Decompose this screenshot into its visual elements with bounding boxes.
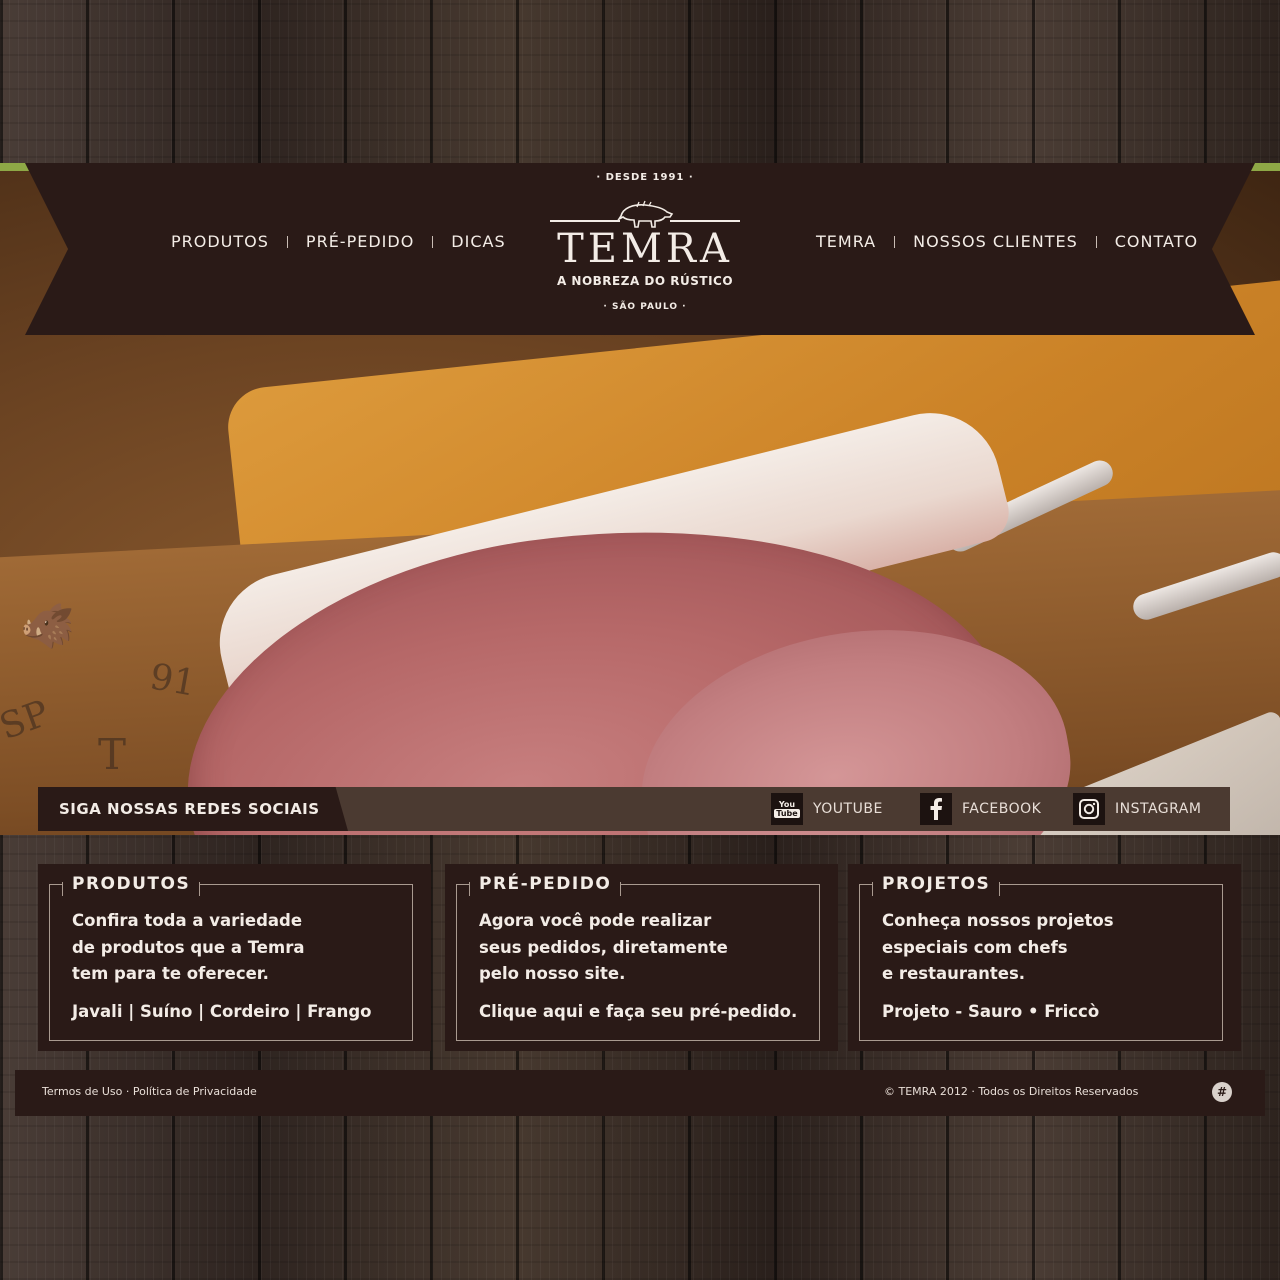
footer-links: Termos de Uso · Política de Privacidade [42, 1085, 257, 1098]
facebook-label: FACEBOOK [962, 801, 1042, 817]
footer-separator: · [125, 1085, 130, 1098]
card-title-line [178, 884, 413, 885]
youtube-icon-text-top: You [778, 800, 796, 809]
logo-tagline: A NOBREZA DO RÚSTICO [556, 274, 734, 288]
card-link-pre-pedido[interactable]: Clique aqui e faça seu pré-pedido. [479, 1002, 797, 1021]
wood-background-bottom [0, 1116, 1280, 1280]
logo-city: · SÃO PAULO · [603, 302, 687, 312]
instagram-label: INSTAGRAM [1115, 801, 1202, 817]
youtube-icon-text-bottom: Tube [774, 809, 800, 818]
nav-link-nossos-clientes[interactable]: NOSSOS CLIENTES [913, 232, 1078, 251]
instagram-link[interactable]: INSTAGRAM [1073, 793, 1201, 825]
nav-link-contato[interactable]: CONTATO [1115, 232, 1198, 251]
card-projetos: PROJETOS Conheça nossos projetos especia… [848, 864, 1241, 1051]
nav-left: PRODUTOS PRÉ-PEDIDO DICAS [171, 232, 506, 251]
logo-since: · DESDE 1991 · [596, 172, 694, 183]
card-description-line: tem para te oferecer. [72, 964, 269, 983]
card-description: Conheça nossos projetos especiais com ch… [882, 908, 1212, 988]
logo-brand: TEMRA [557, 226, 733, 272]
card-description-line: seus pedidos, diretamente [479, 937, 728, 957]
facebook-icon [920, 793, 952, 825]
card-produtos: PRODUTOS Confira toda a variedade de pro… [38, 864, 431, 1051]
card-title-line [859, 884, 872, 885]
nav-separator [894, 235, 896, 248]
boar-icon [616, 200, 674, 228]
youtube-label: YOUTUBE [813, 801, 883, 817]
footer-privacy-link[interactable]: Política de Privacidade [133, 1085, 257, 1098]
card-description-line: pelo nosso site. [479, 964, 626, 983]
card-description-line: de produtos que a Temra [72, 937, 305, 957]
youtube-link[interactable]: You Tube YOUTUBE [771, 793, 883, 825]
card-description: Confira toda a variedade de produtos que… [72, 908, 402, 988]
stamp-boar-icon: 🐗 [20, 601, 75, 652]
card-title-line [595, 884, 820, 885]
facebook-link[interactable]: FACEBOOK [920, 793, 1041, 825]
card-title: PRODUTOS [62, 874, 201, 896]
wood-background-top [0, 0, 1280, 163]
stamp-letter-text: T [98, 730, 127, 779]
card-title-line [988, 884, 1223, 885]
card-description-line: Conheça nossos projetos [882, 911, 1114, 930]
instagram-icon [1073, 793, 1105, 825]
card-title-line [49, 884, 62, 885]
nav-separator [286, 235, 288, 248]
card-title: PRÉ-PEDIDO [469, 874, 622, 896]
footer-terms-link[interactable]: Termos de Uso [42, 1085, 122, 1098]
instagram-camera-icon [1079, 799, 1099, 819]
card-description-line: Confira toda a variedade [72, 911, 303, 930]
nav-link-pre-pedido[interactable]: PRÉ-PEDIDO [306, 232, 414, 251]
card-description: Agora você pode realizar seus pedidos, d… [479, 908, 809, 988]
logo-rule-left [550, 220, 620, 222]
card-title-line [456, 884, 469, 885]
card-pre-pedido: PRÉ-PEDIDO Agora você pode realizar seus… [445, 864, 838, 1051]
nav-link-dicas[interactable]: DICAS [451, 232, 505, 251]
card-description-line: e restaurantes. [882, 964, 1026, 983]
card-link-produtos[interactable]: Javali | Suíno | Cordeiro | Frango [72, 1002, 371, 1021]
card-title: PROJETOS [872, 874, 1001, 896]
stamp-number-text: 91 [146, 656, 200, 705]
footer-copyright: © TEMRA 2012 · Todos os Direitos Reserva… [884, 1085, 1139, 1098]
card-link-projetos[interactable]: Projeto - Sauro • Friccò [882, 1002, 1099, 1021]
card-description-line: Agora você pode realizar [479, 911, 712, 930]
card-description-line: especiais com chefs [882, 937, 1068, 957]
nav-link-temra[interactable]: TEMRA [816, 232, 876, 251]
nav-separator [1095, 235, 1097, 248]
youtube-icon: You Tube [771, 793, 803, 825]
temra-logo[interactable]: · DESDE 1991 · TEMRA A NOBREZA DO RÚSTIC… [530, 168, 760, 318]
social-label: SIGA NOSSAS REDES SOCIAIS [59, 800, 320, 818]
agency-credit-icon[interactable]: # [1212, 1082, 1232, 1102]
logo-rule-right [670, 220, 740, 222]
nav-right: TEMRA NOSSOS CLIENTES CONTATO [816, 232, 1198, 251]
nav-link-produtos[interactable]: PRODUTOS [171, 232, 269, 251]
nav-separator [432, 235, 434, 248]
facebook-f-icon [930, 798, 942, 820]
